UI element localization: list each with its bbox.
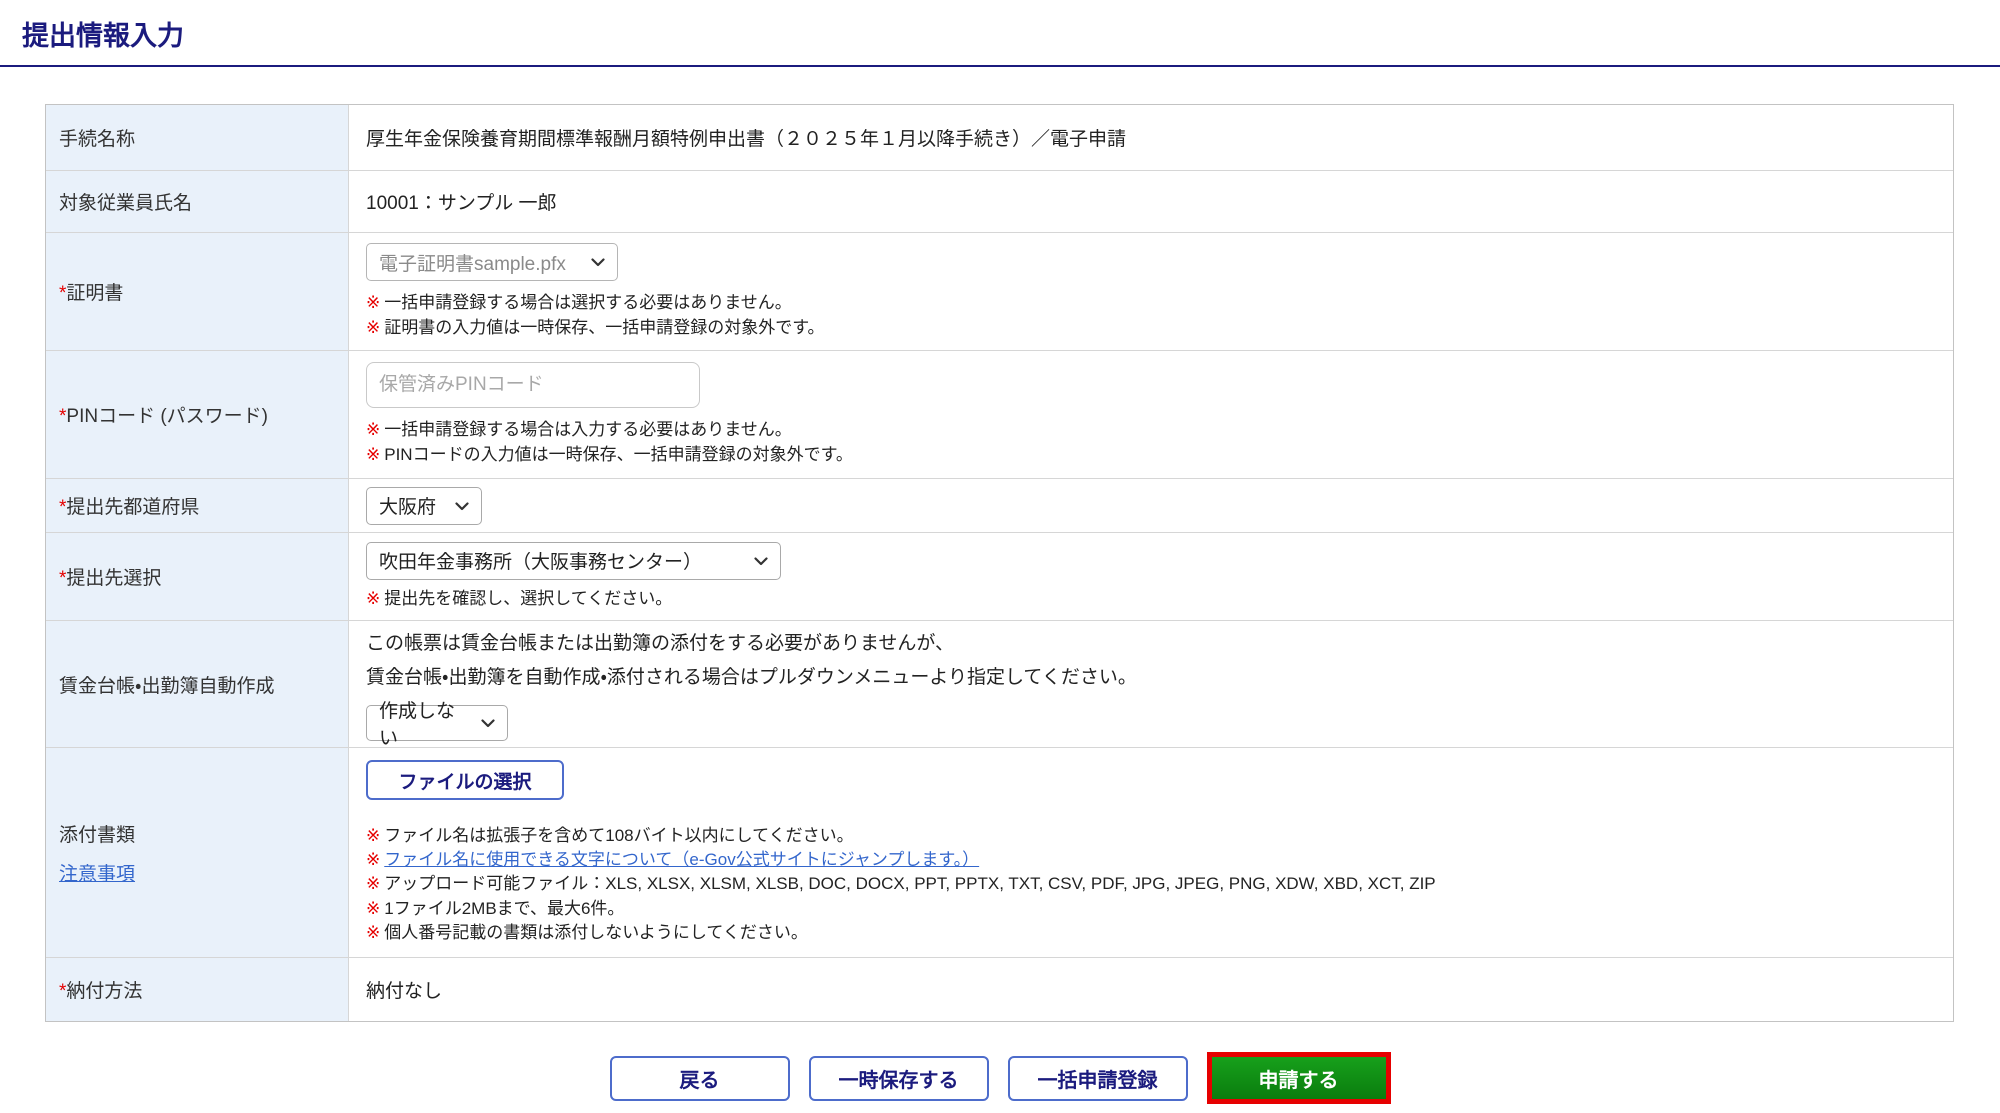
certificate-label: *証明書 — [46, 233, 349, 350]
attachment-note-4: ※ 1ファイル2MBまで、最大6件。 — [366, 898, 625, 918]
row-pin-code: *PINコード (パスワード) ※一括申請登録する場合は入力する必要はありません… — [46, 351, 1953, 479]
batch-register-button[interactable]: 一括申請登録 — [1007, 1055, 1188, 1101]
payment-method-value: 納付なし — [366, 981, 443, 1002]
row-employee-name: 対象従業員氏名 10001：サンプル 一郎 — [46, 171, 1953, 233]
pin-note-1: ※ 一括申請登録する場合は入力する必要はありません。 — [366, 420, 792, 440]
page-header: 提出情報入力 — [0, 0, 2000, 67]
attachment-note-5: ※ 個人番号記載の書類は添付しないようにしてください。 — [366, 922, 808, 942]
procedure-name-label: 手続名称 — [46, 105, 349, 170]
attachments-label-cell: 添付書類 注意事項 — [46, 748, 349, 957]
office-select-label: *提出先選択 — [46, 533, 349, 620]
certificate-select[interactable]: 電子証明書sample.pfx — [366, 243, 618, 282]
submit-button[interactable]: 申請する — [1206, 1052, 1391, 1104]
attachment-note-2: ※ ファイル名に使用できる文字について（e-Gov公式サイトにジャンプします。） — [366, 850, 980, 870]
submission-form-table: 手続名称 厚生年金保険養育期間標準報酬月額特例申出書（２０２５年１月以降手続き）… — [45, 104, 1954, 1022]
pin-note-2: ※ PINコードの入力値は一時保存、一括申請登録の対象外です。 — [366, 444, 853, 464]
certificate-note-2: ※ 証明書の入力値は一時保存、一括申請登録の対象外です。 — [366, 317, 825, 337]
ledger-autocreate-label: 賃金台帳・出勤簿自動作成 — [46, 621, 349, 747]
payment-method-label: *納付方法 — [46, 958, 349, 1021]
ledger-autocreate-value-cell: この帳票は賃金台帳または出勤簿の添付をする必要がありませんが、 賃金台帳・出勤簿… — [349, 621, 1953, 749]
chevron-down-icon — [455, 495, 469, 517]
row-attachments: 添付書類 注意事項 ファイルの選択 ※ ファイル名は拡張子を含めて108バイト以内… — [46, 748, 1953, 958]
page-title: 提出情報入力 — [22, 21, 184, 51]
filename-characters-link[interactable]: ファイル名に使用できる文字について（e-Gov公式サイトにジャンプします。） — [384, 850, 979, 869]
attachments-label: 添付書類 — [59, 824, 136, 846]
procedure-name-value: 厚生年金保険養育期間標準報酬月額特例申出書（２０２５年１月以降手続き）／電子申請 — [366, 129, 1127, 150]
attachment-note-3: ※ アップロード可能ファイル：XLS, XLSX, XLSM, XLSB, DOC… — [366, 874, 1436, 894]
row-procedure-name: 手続名称 厚生年金保険養育期間標準報酬月額特例申出書（２０２５年１月以降手続き）… — [46, 105, 1953, 171]
ledger-description-line1: この帳票は賃金台帳または出勤簿の添付をする必要がありませんが、 — [366, 632, 955, 654]
attachments-value-cell: ファイルの選択 ※ ファイル名は拡張子を含めて108バイト以内にしてください。 ※… — [349, 748, 1953, 957]
attachment-precautions-link[interactable]: 注意事項 — [59, 864, 135, 885]
attachment-note-1: ※ ファイル名は拡張子を含めて108バイト以内にしてください。 — [366, 826, 854, 846]
row-prefecture: *提出先都道府県 大阪府 — [46, 479, 1953, 533]
file-select-button[interactable]: ファイルの選択 — [366, 760, 564, 801]
prefecture-label: *提出先都道府県 — [46, 479, 349, 532]
row-certificate: *証明書 電子証明書sample.pfx ※ 一括申請登録する場合は選択する必要は… — [46, 233, 1953, 351]
pin-code-value-cell: ※一括申請登録する場合は入力する必要はありません。 ※PINコードの入力値は一時… — [349, 351, 1953, 478]
office-select[interactable]: 吹田年金事務所（大阪事務センター） — [366, 541, 781, 580]
pin-code-label: *PINコード (パスワード) — [46, 351, 349, 478]
chevron-down-icon — [591, 251, 605, 273]
back-button[interactable]: 戻る — [609, 1055, 790, 1101]
row-office-select: *提出先選択 吹田年金事務所（大阪事務センター） ※ 提出先を確認し、選択してくだ… — [46, 533, 1953, 621]
save-temporary-button[interactable]: 一時保存する — [808, 1055, 989, 1101]
office-note-1: ※ 提出先を確認し、選択してください。 — [366, 588, 673, 608]
pin-code-input[interactable] — [366, 362, 700, 409]
ledger-autocreate-select[interactable]: 作成しない — [366, 701, 508, 749]
certificate-note-1: ※ 一括申請登録する場合は選択する必要はありません。 — [366, 293, 792, 313]
prefecture-select[interactable]: 大阪府 — [366, 486, 482, 525]
row-payment-method: *納付方法 納付なし — [46, 958, 1953, 1021]
ledger-description-line2: 賃金台帳・出勤簿を自動作成・添付される場合はプルダウンメニューより指定してくださ… — [366, 667, 1137, 688]
button-bar: 戻る 一時保存する 一括申請登録 申請する — [0, 1052, 2000, 1104]
row-ledger-autocreate: 賃金台帳・出勤簿自動作成 この帳票は賃金台帳または出勤簿の添付をする必要がありま… — [46, 621, 1953, 749]
certificate-value-cell: 電子証明書sample.pfx ※ 一括申請登録する場合は選択する必要はありません… — [349, 233, 1953, 350]
office-select-value-cell: 吹田年金事務所（大阪事務センター） ※ 提出先を確認し、選択してください。 — [349, 533, 1953, 620]
employee-name-value: 10001：サンプル 一郎 — [366, 193, 557, 214]
chevron-down-icon — [754, 550, 768, 572]
prefecture-value-cell: 大阪府 — [349, 479, 1953, 532]
chevron-down-icon — [481, 712, 495, 734]
employee-name-label: 対象従業員氏名 — [46, 171, 349, 232]
